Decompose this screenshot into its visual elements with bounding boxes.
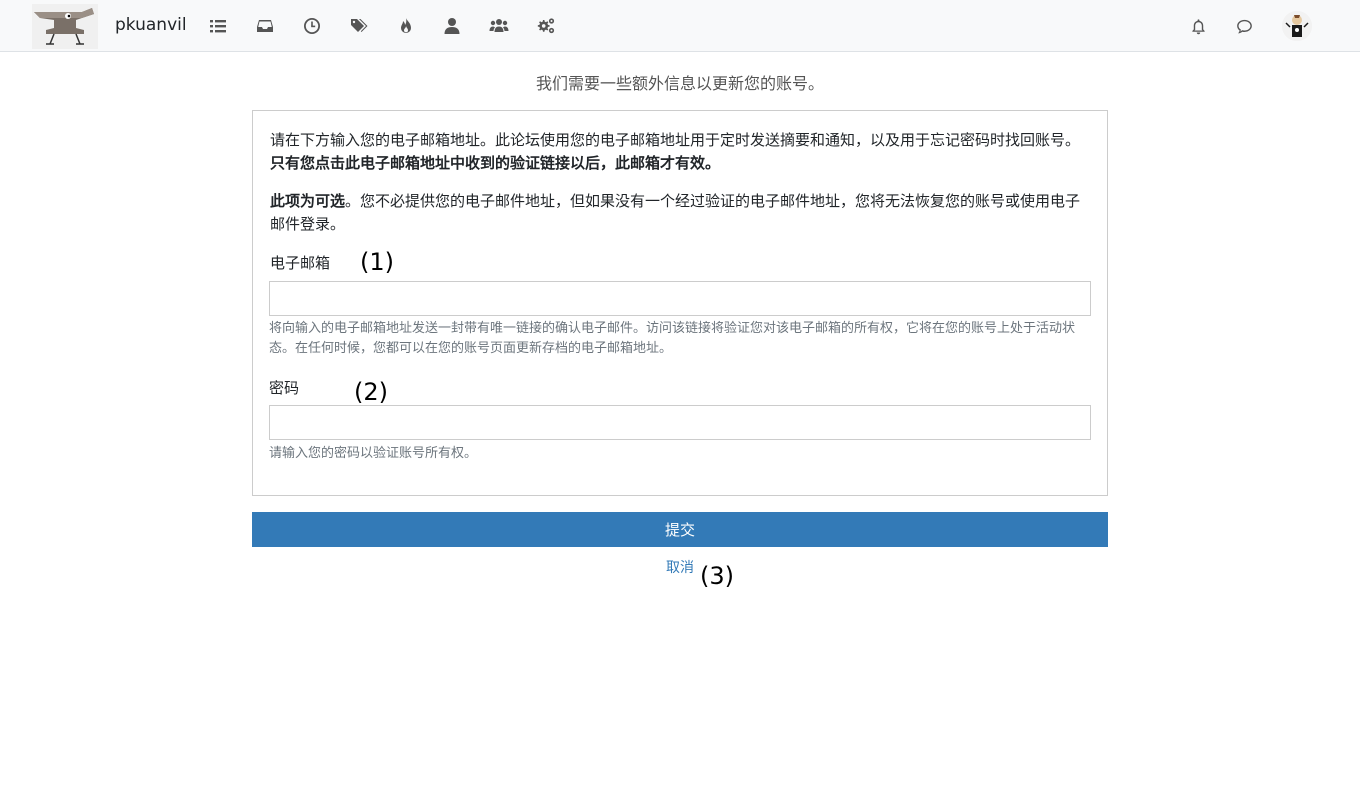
marker-3: (3) xyxy=(700,562,734,590)
gears-icon[interactable] xyxy=(536,16,556,36)
page-intro: 我们需要一些额外信息以更新您的账号。 xyxy=(535,74,824,93)
marker-2: (2) xyxy=(354,378,388,406)
fire-icon[interactable] xyxy=(396,16,416,36)
user-icon[interactable] xyxy=(442,16,462,36)
cancel-link[interactable]: 取消 xyxy=(666,557,694,577)
clock-icon[interactable] xyxy=(302,16,322,36)
tags-icon[interactable] xyxy=(349,16,369,36)
chat-icon[interactable] xyxy=(1234,16,1254,36)
password-label: 密码 xyxy=(269,379,300,397)
optional-notice-bold: 此项为可选 xyxy=(270,192,346,210)
marker-1: (1) xyxy=(360,248,394,276)
email-field[interactable] xyxy=(269,281,1091,316)
email-form-panel: 请在下方输入您的电子邮箱地址。此论坛使用您的电子邮箱地址用于定时发送摘要和通知，… xyxy=(252,110,1108,496)
inbox-icon[interactable] xyxy=(255,16,275,36)
submit-button[interactable]: 提交 xyxy=(252,512,1108,547)
recent-topics-icon[interactable] xyxy=(208,16,228,36)
optional-notice: 此项为可选。您不必提供您的电子邮件地址，但如果没有一个经过验证的电子邮件地址，您… xyxy=(270,190,1092,236)
email-help-text: 将向输入的电子邮箱地址发送一封带有唯一链接的确认电子邮件。访问该链接将验证您对该… xyxy=(269,321,1076,356)
user-avatar[interactable] xyxy=(1282,11,1312,41)
optional-notice-text: 。您不必提供您的电子邮件地址，但如果没有一个经过验证的电子邮件地址，您将无法恢复… xyxy=(270,192,1081,233)
password-field[interactable] xyxy=(269,405,1091,440)
site-title[interactable]: pkuanvil xyxy=(115,15,187,35)
email-description-text: 请在下方输入您的电子邮箱地址。此论坛使用您的电子邮箱地址用于定时发送摘要和通知，… xyxy=(270,131,1081,149)
email-label: 电子邮箱 xyxy=(270,254,331,272)
email-description-note: 只有您点击此电子邮箱地址中收到的验证链接以后，此邮箱才有效。 xyxy=(270,154,721,172)
top-navbar: pkuanvil xyxy=(0,0,1360,52)
password-help-text: 请输入您的密码以验证账号所有权。 xyxy=(269,446,478,461)
email-description: 请在下方输入您的电子邮箱地址。此论坛使用您的电子邮箱地址用于定时发送摘要和通知，… xyxy=(270,129,1092,175)
site-logo[interactable] xyxy=(32,4,98,49)
bell-icon[interactable] xyxy=(1188,16,1208,36)
users-icon[interactable] xyxy=(489,16,509,36)
